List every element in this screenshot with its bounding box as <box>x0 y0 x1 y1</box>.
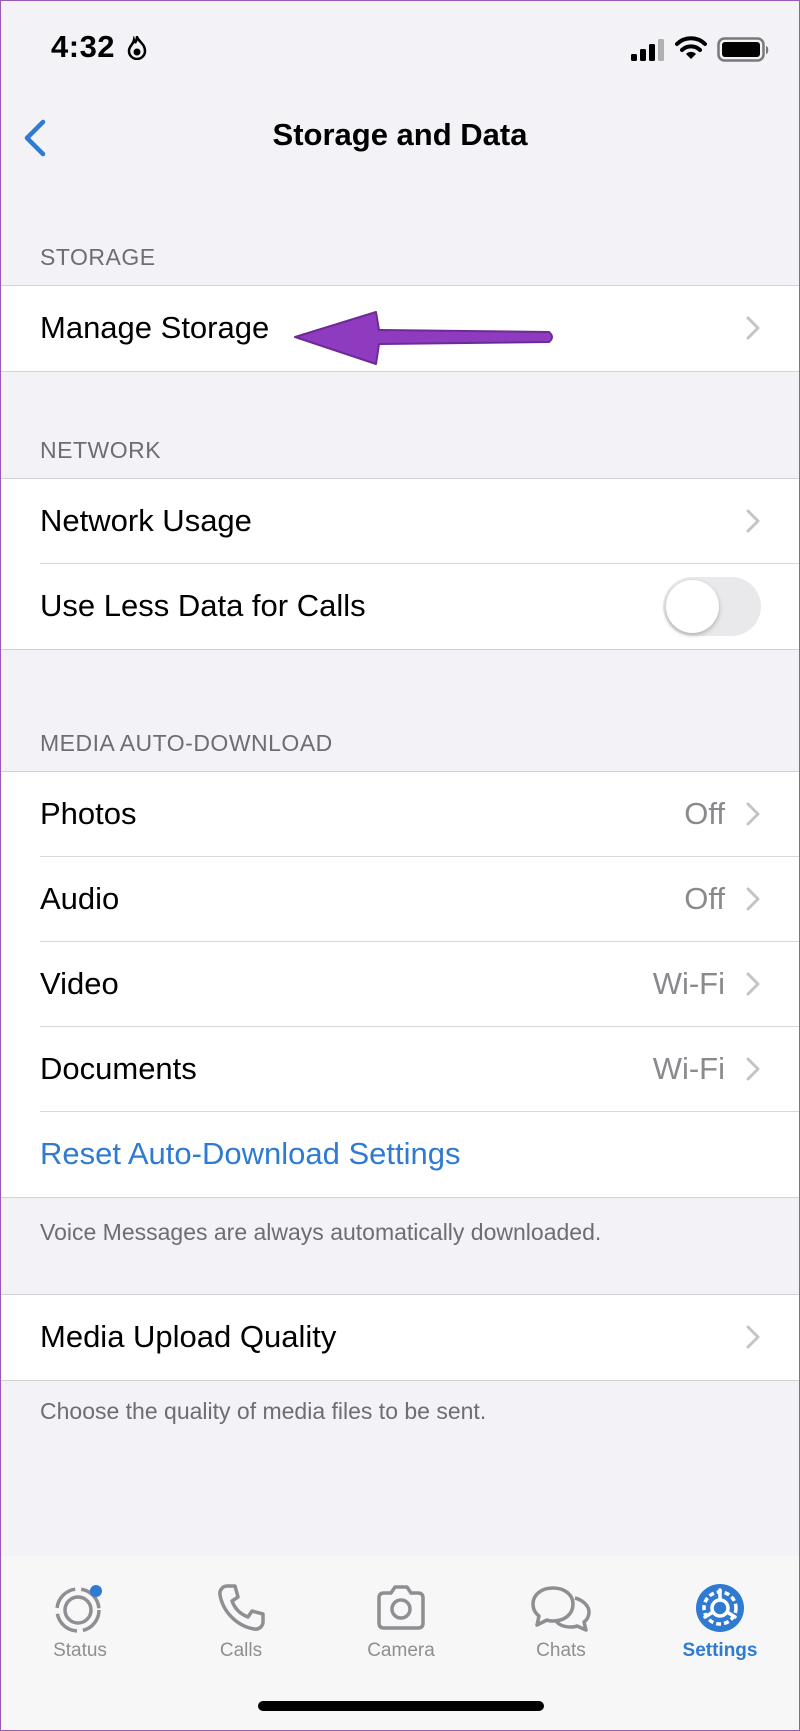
phone-icon <box>218 1584 265 1631</box>
toggle-knob <box>666 580 719 633</box>
page-title: Storage and Data <box>272 117 528 152</box>
chats-icon <box>531 1586 591 1632</box>
use-less-data-row: Use Less Data for Calls <box>1 564 799 649</box>
chevron-right-icon <box>746 316 760 340</box>
tab-settings[interactable]: Settings <box>650 1580 790 1680</box>
status-icon <box>55 1585 102 1633</box>
row-label: Use Less Data for Calls <box>40 588 366 623</box>
media-auto-download-group: Photos Off Audio Off Video Wi-Fi Documen… <box>1 771 799 1198</box>
row-value: Wi-Fi <box>652 1051 725 1086</box>
chevron-right-icon <box>746 972 760 996</box>
video-row[interactable]: Video Wi-Fi <box>1 942 799 1027</box>
tab-label: Settings <box>682 1640 758 1661</box>
reset-auto-download-link[interactable]: Reset Auto-Download Settings <box>40 1136 460 1172</box>
tab-calls[interactable]: Calls <box>171 1580 311 1680</box>
section-header-network: NETWORK <box>40 437 162 463</box>
row-label: Video <box>40 966 119 1001</box>
voice-messages-note: Voice Messages are always automatically … <box>40 1219 602 1245</box>
section-header-media-auto-download: MEDIA AUTO-DOWNLOAD <box>40 730 333 756</box>
row-label: Network Usage <box>40 503 252 538</box>
documents-row[interactable]: Documents Wi-Fi <box>1 1027 799 1112</box>
row-value: Off <box>684 796 725 831</box>
row-label: Manage Storage <box>40 310 270 345</box>
row-value: Off <box>684 881 725 916</box>
screen: 4:32 Storage and Data STORAGE Manage Sto… <box>0 0 800 1731</box>
flame-icon <box>127 36 147 60</box>
row-label: Media Upload Quality <box>40 1319 337 1354</box>
network-usage-row[interactable]: Network Usage <box>1 479 799 564</box>
navigation-bar: Storage and Data <box>1 96 799 176</box>
home-indicator[interactable] <box>258 1701 544 1711</box>
audio-row[interactable]: Audio Off <box>1 857 799 942</box>
row-value: Wi-Fi <box>652 966 725 1001</box>
chevron-right-icon <box>746 509 760 533</box>
annotation-arrow <box>294 311 553 365</box>
chevron-right-icon <box>746 1325 760 1349</box>
gear-icon <box>696 1584 744 1632</box>
section-header-storage: STORAGE <box>40 244 156 270</box>
camera-icon <box>377 1585 425 1630</box>
status-time: 4:32 <box>51 29 116 64</box>
row-label: Documents <box>40 1051 197 1086</box>
wifi-icon <box>675 36 707 59</box>
tab-chats[interactable]: Chats <box>491 1580 631 1680</box>
media-upload-quality-row[interactable]: Media Upload Quality <box>1 1295 799 1380</box>
upload-quality-note: Choose the quality of media files to be … <box>40 1398 487 1424</box>
network-group: Network Usage Use Less Data for Calls <box>1 478 799 650</box>
tab-camera[interactable]: Camera <box>331 1580 471 1680</box>
row-label: Audio <box>40 881 120 916</box>
photos-row[interactable]: Photos Off <box>1 772 799 857</box>
chevron-right-icon <box>746 887 760 911</box>
tab-label: Chats <box>536 1640 586 1661</box>
battery-icon <box>717 37 769 62</box>
reset-auto-download-row[interactable]: Reset Auto-Download Settings <box>1 1112 799 1197</box>
status-bar: 4:32 <box>1 1 799 96</box>
upload-group: Media Upload Quality <box>1 1294 799 1381</box>
tab-label: Camera <box>367 1640 435 1661</box>
row-label: Photos <box>40 796 137 831</box>
chevron-right-icon <box>746 1057 760 1081</box>
cellular-signal-icon <box>631 39 664 61</box>
chevron-right-icon <box>746 802 760 826</box>
use-less-data-toggle[interactable] <box>663 577 761 636</box>
tab-label: Status <box>53 1640 107 1661</box>
tab-label: Calls <box>219 1640 263 1661</box>
tab-status[interactable]: Status <box>10 1580 150 1680</box>
